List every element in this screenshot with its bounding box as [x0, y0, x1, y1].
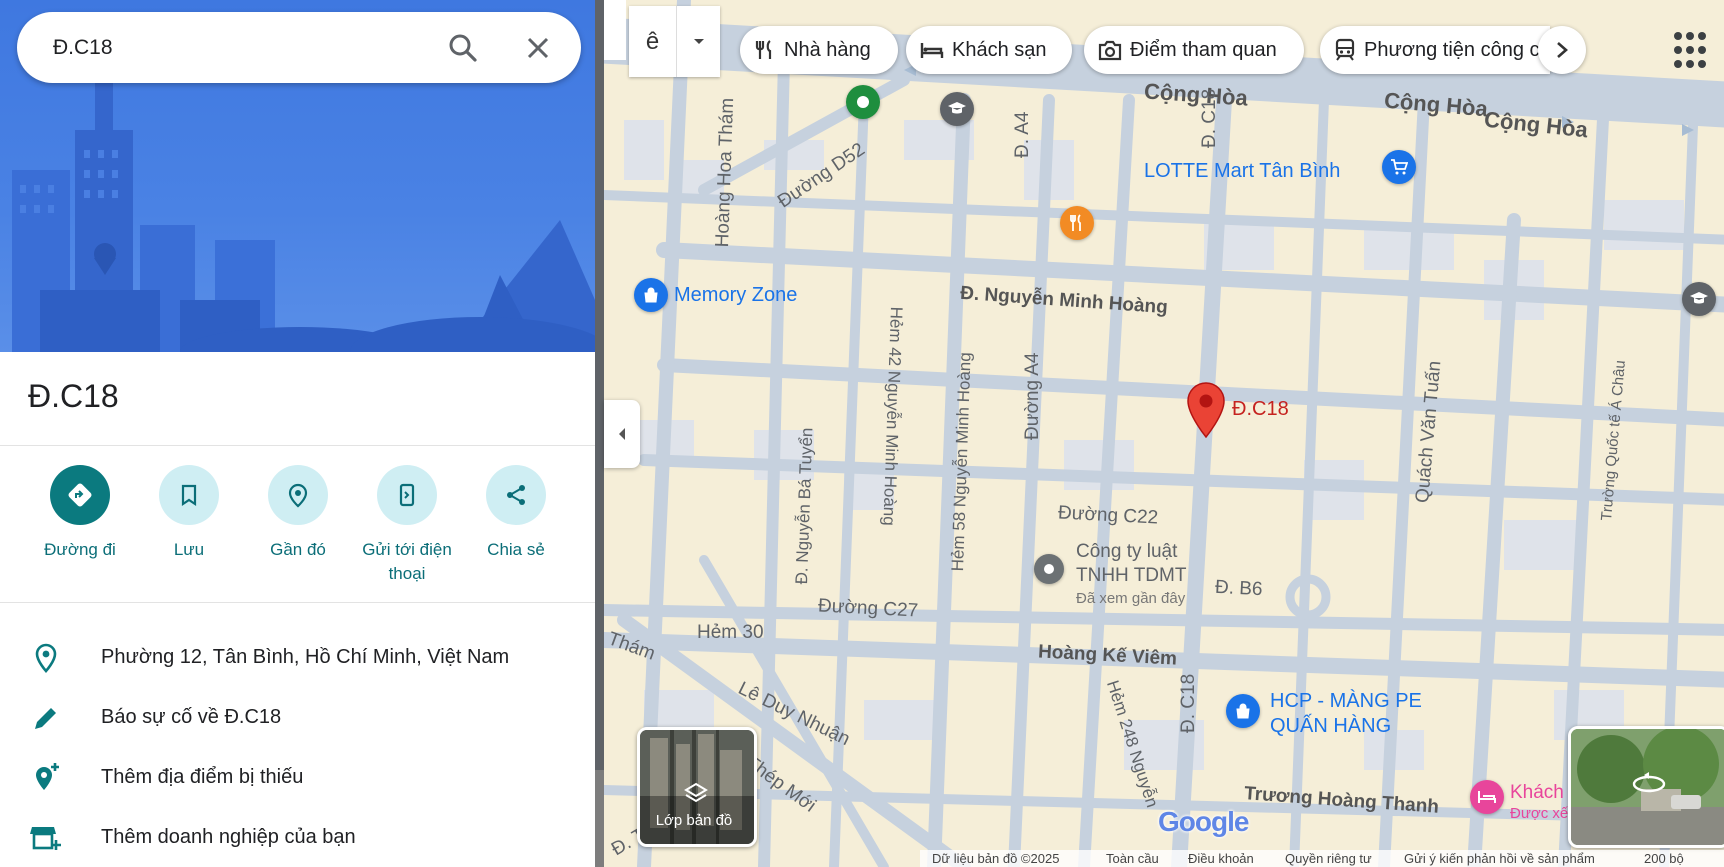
layers-label: Lớp bản đồ	[655, 812, 733, 829]
road-label-c18: Đ. C18	[1199, 88, 1220, 148]
poi-label-hcp[interactable]: QUẤN HÀNG	[1270, 715, 1391, 738]
poi-label-cong-ty[interactable]: TNHH TDMT	[1076, 565, 1186, 587]
pencil-icon	[30, 702, 62, 734]
chevron-left-icon	[619, 428, 625, 440]
search-input[interactable]	[51, 30, 425, 66]
add-place-text: Thêm địa điểm bị thiếu	[101, 766, 304, 788]
send-to-phone-label: Gửi tới điện thoại	[362, 540, 452, 583]
park-poi-icon[interactable]	[846, 85, 880, 119]
panel-scrollbar[interactable]	[595, 0, 604, 770]
nearby-button[interactable]: Gần đó	[243, 465, 353, 562]
poi-label-khach[interactable]: Khách	[1510, 782, 1564, 804]
save-button[interactable]: Lưu	[134, 465, 244, 562]
add-location-icon	[30, 762, 62, 794]
divider	[0, 602, 595, 603]
share-icon	[507, 485, 525, 505]
tilt-control[interactable]: ê	[629, 6, 720, 77]
place-panel: Đ.C18 Đường đi Lưu Gần đó Gửi tới điện t…	[0, 0, 595, 867]
location-pin-icon	[30, 642, 62, 674]
address-text: Phường 12, Tân Bình, Hồ Chí Minh, Việt N…	[101, 646, 510, 668]
chip-label: Điểm tham quan	[1130, 38, 1277, 61]
search-box	[17, 12, 581, 83]
recently-viewed-label: Đã xem gần đây	[1076, 590, 1186, 607]
chip-transit[interactable]: Phương tiện công cộng	[1320, 26, 1550, 74]
address-row[interactable]: Phường 12, Tân Bình, Hồ Chí Minh, Việt N…	[0, 630, 595, 686]
layers-icon	[684, 782, 708, 803]
map-data-copyright: Dữ liệu bản đồ ©2025	[932, 851, 1060, 866]
scale-label[interactable]: 200 bộ	[1644, 851, 1684, 866]
map-footer: Dữ liệu bản đồ ©2025 Toàn cầu Điều khoản…	[920, 850, 1724, 867]
chevron-right-icon	[1557, 42, 1568, 58]
shopping-poi-icon[interactable]	[634, 278, 668, 312]
chips-next-button[interactable]	[1538, 26, 1586, 74]
report-row[interactable]: Báo sự cố về Đ.C18	[0, 690, 595, 746]
poi-label-lotte[interactable]: LOTTE Mart Tân Bình	[1144, 160, 1340, 183]
tilt-button[interactable]: ê	[629, 6, 676, 77]
report-text: Báo sự cố về Đ.C18	[101, 706, 282, 728]
add-business-text: Thêm doanh nghiệp của bạn	[101, 826, 356, 848]
dropdown-icon[interactable]	[677, 6, 720, 77]
poi-label-duoc-xe: Được xế	[1510, 805, 1569, 822]
search-icon[interactable]	[447, 32, 479, 64]
chip-restaurants[interactable]: Nhà hàng	[740, 26, 898, 74]
collapse-panel-button[interactable]	[604, 400, 640, 468]
footer-terms-link[interactable]: Điều khoản	[1188, 851, 1254, 866]
train-icon	[1335, 38, 1355, 61]
nearby-icon	[288, 483, 308, 508]
directions-button[interactable]: Đường đi	[25, 465, 135, 562]
shopping-poi-icon[interactable]	[1226, 694, 1260, 728]
close-icon[interactable]	[522, 32, 554, 64]
directions-icon	[68, 483, 92, 507]
chip-hotels[interactable]: Khách sạn	[906, 26, 1072, 74]
school-poi-icon[interactable]	[1682, 282, 1716, 316]
street-view-thumbnail[interactable]	[1568, 726, 1724, 848]
layers-button[interactable]: Lớp bản đồ	[637, 727, 757, 847]
cart-poi-icon[interactable]	[1382, 150, 1416, 184]
hotel-poi-icon[interactable]	[1470, 780, 1504, 814]
fork-knife-icon	[755, 40, 772, 59]
footer-feedback-link[interactable]: Gửi ý kiến phản hồi về sản phẩm	[1404, 851, 1595, 866]
save-label: Lưu	[173, 540, 205, 559]
poi-label-hcp[interactable]: HCP - MÀNG PE	[1270, 690, 1422, 713]
divider	[0, 445, 595, 446]
restaurant-poi-icon[interactable]	[1060, 206, 1094, 240]
road-label-c18: Đ. C18	[1178, 673, 1199, 733]
recent-place-icon[interactable]	[1034, 554, 1064, 584]
location-marker-icon[interactable]	[1184, 381, 1228, 439]
road-label-b6: Đ. B6	[1214, 576, 1264, 601]
school-poi-icon[interactable]	[940, 92, 974, 126]
add-business-icon	[30, 822, 62, 854]
chip-label: Khách sạn	[952, 38, 1047, 61]
footer-global-link[interactable]: Toàn cầu	[1106, 851, 1159, 866]
share-button[interactable]: Chia sẻ	[461, 465, 571, 562]
nearby-label: Gần đó	[270, 540, 326, 559]
send-to-phone-button[interactable]: Gửi tới điện thoại	[352, 465, 462, 586]
google-logo: Google	[1158, 806, 1249, 837]
chip-attractions[interactable]: Điểm tham quan	[1084, 26, 1304, 74]
road-label-a4: Đường A4	[1022, 352, 1043, 440]
map-canvas[interactable]: Cộng Hòa Cộng Hòa Cộng Hòa Đ. C18 Đ. C18…	[604, 0, 1724, 867]
poi-label-cong-ty[interactable]: Công ty luật	[1076, 541, 1177, 563]
apps-grid-icon[interactable]	[1668, 26, 1718, 76]
bookmark-icon	[181, 484, 197, 507]
directions-label: Đường đi	[44, 540, 116, 559]
rotate-360-icon	[1632, 772, 1666, 793]
phone-send-icon	[399, 483, 415, 507]
add-place-row[interactable]: Thêm địa điểm bị thiếu	[0, 750, 595, 806]
marker-label: Đ.C18	[1232, 398, 1289, 420]
road-label-hem-30: Hẻm 30	[697, 622, 764, 643]
footer-privacy-link[interactable]: Quyền riêng tư	[1285, 851, 1372, 866]
map-edge	[604, 0, 626, 60]
camera-icon	[1098, 40, 1122, 61]
add-business-row[interactable]: Thêm doanh nghiệp của bạn	[0, 810, 595, 866]
poi-label-memory-zone[interactable]: Memory Zone	[674, 284, 797, 307]
place-title: Đ.C18	[28, 378, 119, 414]
road-label-a4: Đ. A4	[1012, 111, 1033, 158]
chip-label: Nhà hàng	[784, 38, 871, 61]
share-label: Chia sẻ	[487, 540, 545, 559]
bed-icon	[920, 43, 944, 58]
chip-label: Phương tiện công cộng	[1364, 38, 1550, 61]
